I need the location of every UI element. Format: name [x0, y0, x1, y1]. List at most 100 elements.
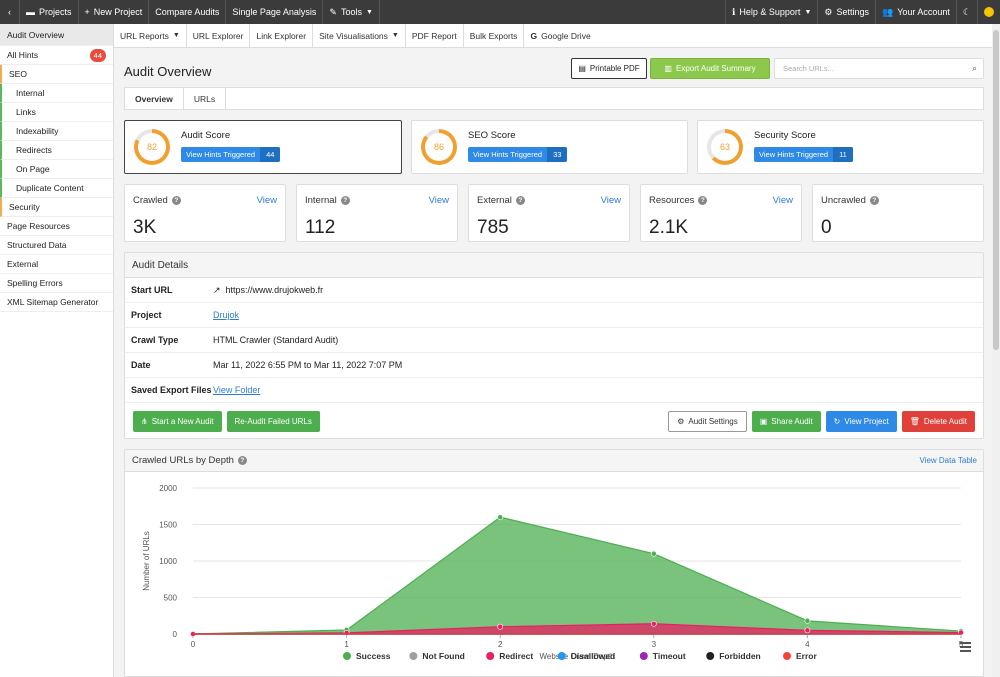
- sidebar-item-links[interactable]: Links: [0, 103, 113, 122]
- share-audit-button[interactable]: ▣ Share Audit: [751, 410, 821, 432]
- hints-count-badge: 44: [89, 49, 106, 62]
- sidebar-item-duplicate-content[interactable]: Duplicate Content: [0, 179, 113, 198]
- main-content: Audit Overview ▤ Printable PDF ▥ Export Au…: [114, 48, 992, 677]
- google-drive-link[interactable]: G Google Drive: [523, 23, 596, 48]
- detail-row-start-url: Start URL ↗ https://www.drujokweb.fr: [125, 278, 983, 303]
- site-visualisations-menu[interactable]: Site Visualisations ▼: [312, 23, 405, 48]
- x-tick-label: 1: [344, 640, 349, 649]
- start-new-audit-button[interactable]: ⋔ Start a New Audit: [133, 410, 222, 432]
- sidebar-item-indexability[interactable]: Indexability: [0, 122, 113, 141]
- audit-score-card[interactable]: 82 Audit Score View Hints Triggered 44: [124, 120, 402, 174]
- x-tick-label: 2: [498, 640, 503, 649]
- view-link[interactable]: View: [601, 195, 621, 206]
- chevron-left-icon: ‹: [8, 7, 11, 17]
- sidebar: Audit Overview All Hints 44 SEO Internal …: [0, 24, 114, 677]
- help-icon[interactable]: ?: [237, 456, 247, 465]
- wrench-icon: ✎: [329, 6, 337, 17]
- security-score-card[interactable]: 63 Security Score View Hints Triggered 11: [697, 120, 984, 174]
- sidebar-item-security[interactable]: Security: [0, 198, 113, 217]
- url-reports-menu[interactable]: URL Reports ▼: [114, 24, 186, 48]
- sidebar-item-all-hints[interactable]: All Hints 44: [0, 46, 113, 65]
- help-icon[interactable]: ?: [171, 196, 181, 205]
- tools-menu[interactable]: ✎ Tools ▼: [323, 0, 380, 24]
- data-point: [804, 617, 811, 624]
- y-axis-label: Number of URLs: [142, 531, 151, 591]
- single-page-analysis-button[interactable]: Single Page Analysis: [226, 0, 324, 24]
- help-icon[interactable]: ?: [869, 196, 879, 205]
- view-link[interactable]: View: [429, 195, 449, 206]
- moon-icon: ☾: [962, 6, 971, 17]
- sidebar-item-redirects[interactable]: Redirects: [0, 141, 113, 160]
- data-point: [497, 514, 504, 521]
- legend-marker: [486, 652, 495, 660]
- sidebar-item-page-resources[interactable]: Page Resources: [0, 217, 113, 236]
- reaudit-failed-button[interactable]: Re-Audit Failed URLs: [226, 410, 320, 432]
- page-title: Audit Overview: [124, 64, 212, 79]
- sidebar-item-audit-overview[interactable]: Audit Overview: [0, 24, 113, 46]
- dark-mode-toggle[interactable]: ☾: [955, 0, 977, 24]
- tab-urls[interactable]: URLs: [184, 88, 227, 109]
- project-link[interactable]: Drujok: [213, 310, 239, 320]
- delete-audit-button[interactable]: 🗑 Delete Audit: [901, 410, 975, 432]
- search-icon[interactable]: ⌕: [972, 63, 977, 74]
- sidebar-item-on-page[interactable]: On Page: [0, 160, 113, 179]
- view-hints-button[interactable]: View Hints Triggered 11: [754, 147, 853, 162]
- view-link[interactable]: View: [773, 195, 793, 206]
- audit-settings-button[interactable]: ⚙ Audit Settings: [668, 410, 747, 432]
- sidebar-item-internal[interactable]: Internal: [0, 84, 113, 103]
- help-icon[interactable]: ?: [515, 196, 525, 205]
- compare-audits-button[interactable]: Compare Audits: [149, 0, 227, 24]
- export-summary-button[interactable]: ▥ Export Audit Summary: [650, 58, 770, 79]
- sidebar-item-spelling-errors[interactable]: Spelling Errors: [0, 274, 113, 293]
- sidebar-item-structured-data[interactable]: Structured Data: [0, 236, 113, 255]
- y-tick-label: 1000: [159, 557, 177, 566]
- seo-score-card[interactable]: 86 SEO Score View Hints Triggered 33: [411, 120, 688, 174]
- settings-button[interactable]: ⚙ Settings: [817, 0, 875, 24]
- caret-down-icon: ▼: [365, 8, 373, 16]
- help-icon[interactable]: ?: [698, 196, 708, 205]
- x-tick-label: 4: [805, 640, 810, 649]
- series-area-success: [193, 517, 961, 634]
- help-support-menu[interactable]: ℹ Help & Support ▼: [724, 0, 817, 24]
- bulk-exports-link[interactable]: Bulk Exports: [462, 23, 524, 48]
- external-link-icon[interactable]: ↗: [213, 285, 221, 296]
- gears-icon: ⚙: [677, 416, 685, 426]
- view-hints-button[interactable]: View Hints Triggered 44: [181, 147, 281, 162]
- legend-label: Not Found: [422, 651, 464, 661]
- tab-overview[interactable]: Overview: [125, 88, 184, 109]
- scrollbar-thumb[interactable]: [993, 30, 999, 350]
- y-tick-label: 0: [173, 630, 178, 639]
- data-point: [650, 620, 657, 627]
- sidebar-item-external[interactable]: External: [0, 255, 113, 274]
- view-link[interactable]: View: [257, 195, 277, 206]
- stat-resources: Resources? View 2.1K: [640, 184, 802, 242]
- document-icon: ▤: [578, 64, 586, 73]
- view-folder-link[interactable]: View Folder: [213, 385, 260, 395]
- printable-pdf-button[interactable]: ▤ Printable PDF: [571, 58, 647, 79]
- view-hints-button[interactable]: View Hints Triggered 33: [468, 147, 568, 162]
- plus-icon: +: [84, 7, 90, 17]
- url-explorer-link[interactable]: URL Explorer: [185, 23, 250, 48]
- pdf-report-link[interactable]: PDF Report: [404, 23, 463, 48]
- chart-menu-icon[interactable]: [960, 642, 971, 652]
- back-button[interactable]: ‹: [0, 0, 20, 24]
- start-url-link[interactable]: https://www.drujokweb.fr: [226, 285, 324, 295]
- detail-row-date: Date Mar 11, 2022 6:55 PM to Mar 11, 202…: [125, 353, 983, 378]
- score-ring: 63: [707, 129, 743, 165]
- link-explorer-link[interactable]: Link Explorer: [249, 23, 312, 48]
- new-project-button[interactable]: + New Project: [79, 0, 150, 24]
- view-data-table-link[interactable]: View Data Table: [919, 456, 977, 465]
- page-scrollbar[interactable]: [992, 24, 1000, 677]
- detail-row-saved-exports: Saved Export Files View Folder: [125, 378, 983, 403]
- help-icon[interactable]: ?: [340, 196, 350, 205]
- account-button[interactable]: 👥 Your Account: [874, 0, 956, 24]
- sidebar-item-seo[interactable]: SEO: [0, 65, 113, 84]
- search-urls-input[interactable]: Search URLs... ⌕: [774, 58, 984, 79]
- sidebar-item-xml-sitemap[interactable]: XML Sitemap Generator: [0, 293, 113, 312]
- projects-menu[interactable]: ▬ Projects: [20, 0, 79, 24]
- folder-icon: ▬: [26, 7, 35, 17]
- stat-external: External? View 785: [468, 184, 630, 242]
- legend-label: Forbidden: [719, 651, 761, 661]
- status-button[interactable]: [977, 0, 1000, 24]
- view-project-button[interactable]: ↻ View Project: [825, 410, 897, 432]
